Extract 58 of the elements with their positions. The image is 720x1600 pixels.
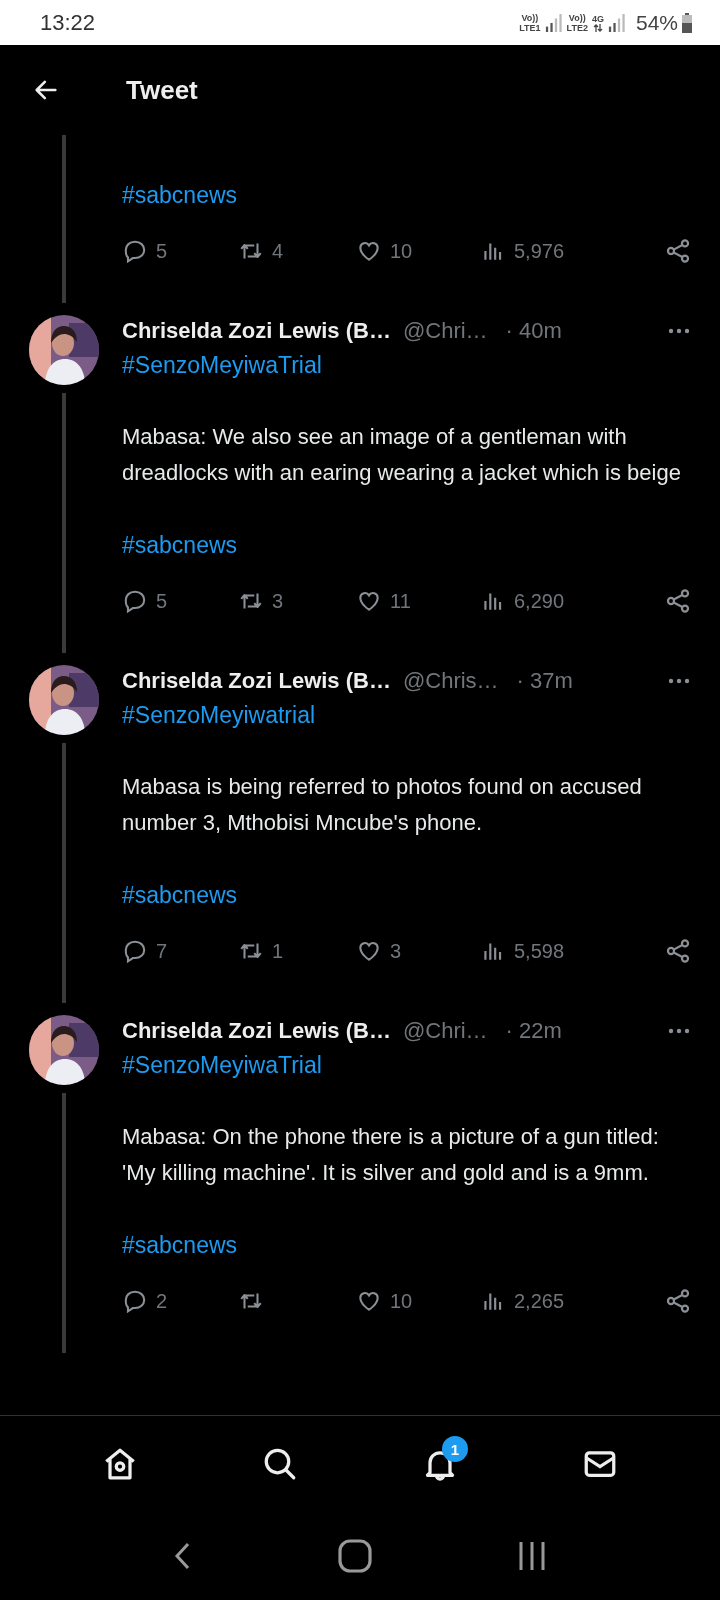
tweet-text: Mabasa: On the phone there is a picture of a gun titled: 'My killing machine'. It is silver and gold and is a 9mm. bbox=[122, 1123, 660, 1187]
share-icon[interactable] bbox=[664, 1287, 692, 1315]
share-icon[interactable] bbox=[664, 237, 692, 265]
speech-bubble-icon bbox=[122, 938, 148, 964]
data-arrows-icon bbox=[592, 23, 603, 32]
more-options-icon[interactable] bbox=[666, 327, 692, 335]
author-handle: @Chri… bbox=[402, 1018, 488, 1044]
hashtag-link[interactable]: #sabcnews bbox=[122, 1227, 238, 1263]
signal-icon bbox=[544, 12, 563, 33]
home-button-icon[interactable] bbox=[338, 1539, 372, 1573]
views-action[interactable]: 2,265 bbox=[480, 1288, 664, 1314]
tweet-text: Mabasa: We also see an image of a gentleman with dreadlocks with an earing wearing a jacket which is beige bbox=[122, 423, 682, 487]
more-options-icon[interactable] bbox=[666, 1027, 692, 1035]
hashtag-link[interactable]: #SenzoMeyiwaTrial bbox=[122, 347, 322, 383]
battery-percent: 54% bbox=[635, 10, 678, 35]
speech-bubble-icon bbox=[122, 238, 148, 264]
author-handle: @Chri… bbox=[402, 318, 488, 344]
reply-action[interactable]: 7 bbox=[122, 938, 238, 964]
like-action[interactable]: 10 bbox=[356, 1288, 480, 1314]
tweet-time: · 22m bbox=[505, 1018, 563, 1044]
notification-badge: 1 bbox=[442, 1436, 468, 1462]
views-action[interactable]: 6,290 bbox=[480, 588, 664, 614]
share-icon[interactable] bbox=[664, 587, 692, 615]
like-action[interactable]: 11 bbox=[356, 588, 480, 614]
network-label: Vo)) LTE2 bbox=[566, 12, 588, 33]
more-options-icon[interactable] bbox=[666, 677, 692, 685]
reply-action[interactable]: 2 bbox=[122, 1288, 238, 1314]
tweet-time: · 40m bbox=[505, 318, 563, 344]
tweet-text: Mabasa is being referred to photos found on accused number 3, Mthobisi Mncube's phone. bbox=[122, 773, 643, 837]
like-action[interactable]: 3 bbox=[356, 938, 480, 964]
signal-icon bbox=[607, 12, 626, 33]
battery-icon bbox=[682, 12, 692, 33]
retweet-action[interactable]: 1 bbox=[238, 938, 356, 964]
hashtag-link[interactable]: #sabcnews bbox=[122, 177, 238, 213]
retweet-action[interactable]: 4 bbox=[238, 238, 356, 264]
status-time: 13:22 bbox=[40, 9, 96, 36]
speech-bubble-icon bbox=[122, 1288, 148, 1314]
author-name[interactable]: Chriselda Zozi Lewis (B… bbox=[122, 318, 391, 344]
like-action[interactable]: 10 bbox=[356, 238, 480, 264]
hashtag-link[interactable]: #sabcnews bbox=[122, 877, 238, 913]
recent-apps-icon[interactable] bbox=[517, 1541, 548, 1571]
retweet-action[interactable]: 3 bbox=[238, 588, 356, 614]
views-action[interactable]: 5,976 bbox=[480, 238, 664, 264]
views-action[interactable]: 5,598 bbox=[480, 938, 664, 964]
reply-action[interactable]: 5 bbox=[122, 238, 238, 264]
author-handle: @Chris… bbox=[402, 668, 499, 694]
page-title: Tweet bbox=[126, 74, 198, 106]
hashtag-link[interactable]: #sabcnews bbox=[122, 527, 238, 563]
hashtag-link[interactable]: #SenzoMeyiwaTrial bbox=[122, 1047, 322, 1083]
author-name[interactable]: Chriselda Zozi Lewis (B… bbox=[122, 1018, 391, 1044]
hashtag-link[interactable]: #SenzoMeyiwatrial bbox=[122, 697, 316, 733]
author-name[interactable]: Chriselda Zozi Lewis (B… bbox=[122, 668, 391, 694]
reply-action[interactable]: 5 bbox=[122, 588, 238, 614]
network-type: 4G bbox=[591, 13, 604, 32]
network-label: Vo)) LTE1 bbox=[519, 12, 541, 33]
tweet-time: · 37m bbox=[516, 668, 574, 694]
speech-bubble-icon bbox=[122, 588, 148, 614]
share-icon[interactable] bbox=[664, 937, 692, 965]
